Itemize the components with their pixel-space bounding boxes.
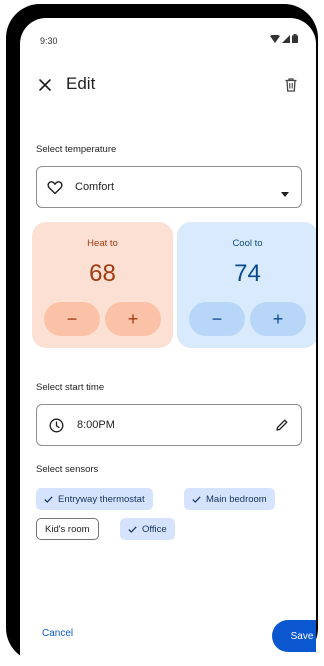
temperature-section-label: Select temperature bbox=[36, 144, 117, 155]
status-bar: 9:30 bbox=[20, 18, 316, 58]
start-time-value: 8:00PM bbox=[77, 419, 115, 431]
cool-value: 74 bbox=[234, 260, 261, 287]
sensors-section-label: Select sensors bbox=[36, 464, 99, 475]
sensor-chip-office[interactable]: Office bbox=[120, 518, 175, 540]
cancel-button[interactable]: Cancel bbox=[42, 628, 73, 639]
cool-card: Cool to 74 − + bbox=[177, 222, 316, 348]
page-title: Edit bbox=[66, 74, 96, 93]
cool-decrease-button[interactable]: − bbox=[189, 302, 245, 336]
save-button[interactable]: Save bbox=[272, 620, 316, 652]
temperature-preset-value: Comfort bbox=[75, 181, 115, 193]
check-icon bbox=[44, 495, 53, 503]
battery-icon bbox=[292, 34, 298, 43]
start-time-section-label: Select start time bbox=[36, 382, 105, 393]
heat-increase-button[interactable]: + bbox=[105, 302, 161, 336]
pencil-icon[interactable] bbox=[275, 418, 289, 437]
screen: 9:30 Edit Select temperature Comfort Hea… bbox=[20, 18, 316, 666]
delete-button[interactable] bbox=[282, 76, 300, 94]
heat-card: Heat to 68 − + bbox=[32, 222, 173, 348]
heat-label: Heat to bbox=[87, 238, 118, 249]
check-icon bbox=[192, 495, 201, 503]
check-icon bbox=[128, 525, 137, 533]
sensor-chip-entryway[interactable]: Entryway thermostat bbox=[36, 488, 153, 510]
clock-icon bbox=[49, 418, 64, 438]
status-icons bbox=[270, 34, 298, 43]
heat-value: 68 bbox=[89, 260, 116, 287]
dropdown-arrow-icon bbox=[281, 184, 289, 202]
app-bar: Edit bbox=[20, 70, 316, 100]
chip-label: Office bbox=[142, 523, 167, 535]
temperature-preset-dropdown[interactable]: Comfort bbox=[36, 166, 302, 208]
heat-decrease-button[interactable]: − bbox=[44, 302, 100, 336]
wifi-icon bbox=[270, 34, 280, 43]
delete-icon bbox=[285, 78, 297, 92]
chip-label: Main bedroom bbox=[206, 493, 267, 505]
heart-icon bbox=[47, 180, 63, 200]
device-frame: 9:30 Edit Select temperature Comfort Hea… bbox=[6, 4, 318, 666]
sensor-chip-main-bedroom[interactable]: Main bedroom bbox=[184, 488, 275, 510]
close-button[interactable] bbox=[34, 74, 56, 96]
start-time-field[interactable]: 8:00PM bbox=[36, 404, 302, 446]
chip-label: Entryway thermostat bbox=[58, 493, 145, 505]
cool-label: Cool to bbox=[232, 238, 263, 249]
sensor-chip-kids-room[interactable]: Kid's room bbox=[36, 518, 99, 540]
status-time: 9:30 bbox=[40, 36, 58, 46]
signal-icon bbox=[282, 34, 290, 43]
close-icon bbox=[39, 79, 51, 91]
cool-increase-button[interactable]: + bbox=[250, 302, 306, 336]
chip-label: Kid's room bbox=[45, 523, 90, 535]
